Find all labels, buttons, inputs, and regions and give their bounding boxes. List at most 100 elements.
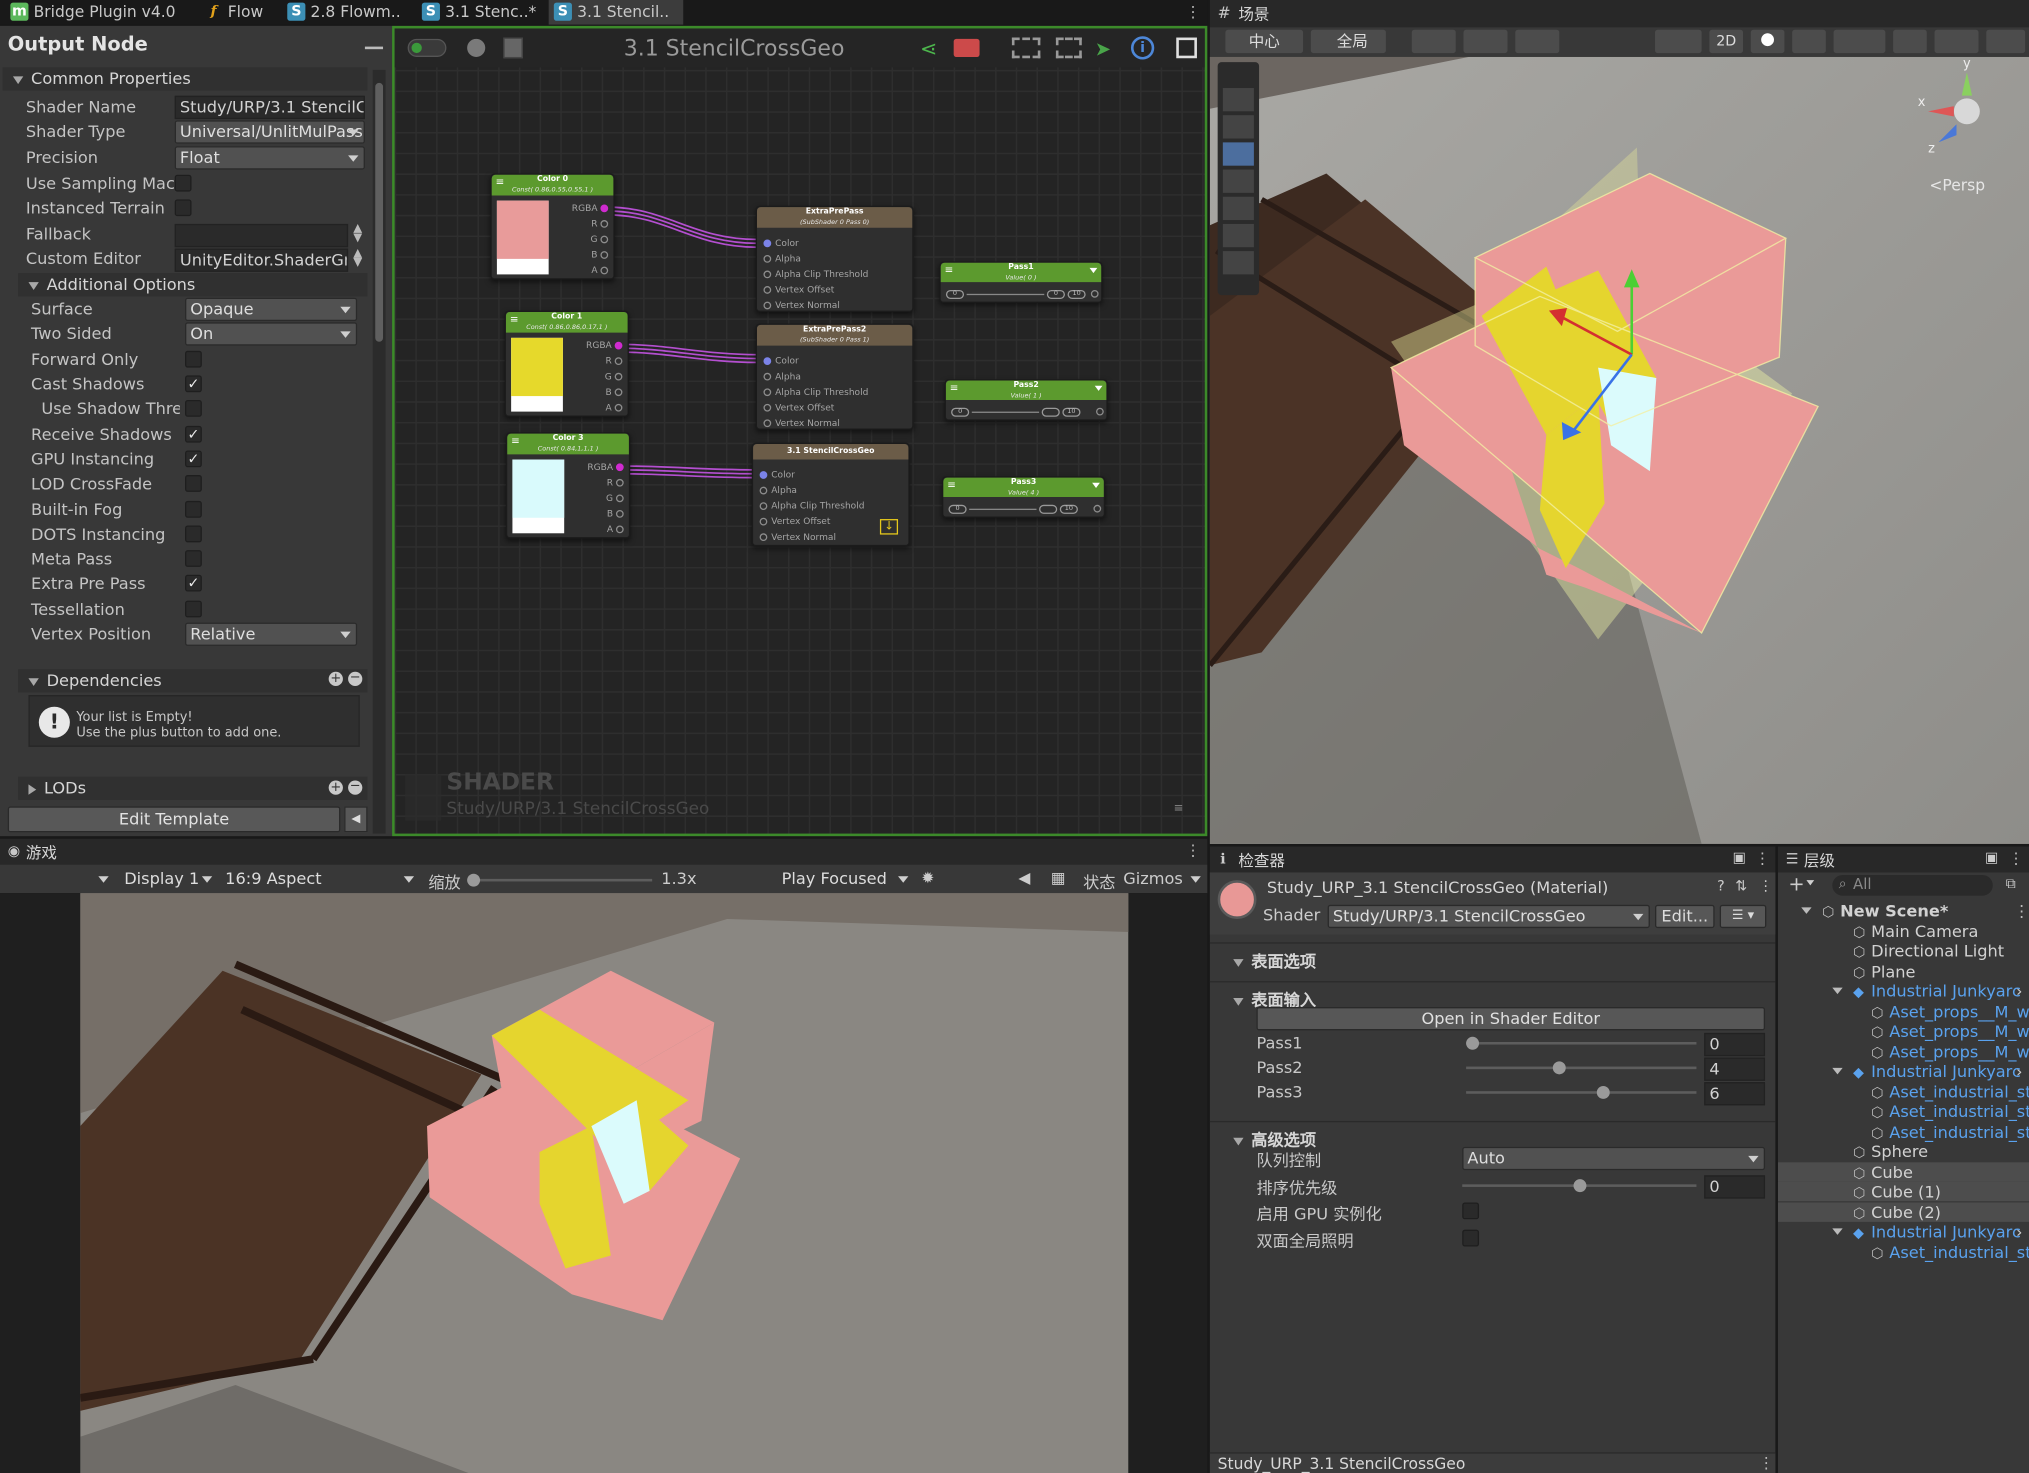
effects-icon[interactable] bbox=[1833, 29, 1886, 54]
add-icon[interactable]: + bbox=[1788, 872, 1804, 895]
port-dot[interactable] bbox=[763, 403, 772, 412]
foldout-icon[interactable] bbox=[1832, 1228, 1843, 1235]
gizmos-toggle[interactable]: Gizmos bbox=[1123, 869, 1183, 888]
chevron-right-icon[interactable]: › bbox=[2016, 1061, 2022, 1080]
hierarchy-item[interactable]: ⬡ Cube (1) bbox=[1777, 1181, 2029, 1202]
port-dot[interactable] bbox=[763, 357, 772, 366]
double-sided-gi-checkbox[interactable] bbox=[1462, 1229, 1480, 1247]
hierarchy-item[interactable]: ⬡ Aset_industrial_sto bbox=[1778, 1242, 2029, 1261]
menu-icon[interactable]: ≡ bbox=[510, 313, 519, 325]
foldout-icon[interactable] bbox=[28, 677, 39, 686]
pivot-center-dropdown[interactable]: 中心 bbox=[1225, 29, 1304, 54]
hierarchy-item[interactable]: ⬡ Main Camera bbox=[1778, 921, 2029, 940]
pass3-slider[interactable] bbox=[1466, 1085, 1697, 1099]
tab-stencil-unsaved[interactable]: S 3.1 Stenc..* bbox=[417, 0, 546, 25]
tab-hierarchy[interactable]: 层级 bbox=[1804, 849, 1835, 871]
port-dot[interactable] bbox=[1093, 504, 1102, 513]
pivot-global-dropdown[interactable]: 全局 bbox=[1310, 29, 1386, 54]
slider-knob[interactable] bbox=[1596, 1085, 1610, 1099]
aspect-dropdown[interactable]: 16:9 Aspect bbox=[220, 867, 419, 890]
port-dot[interactable] bbox=[763, 388, 772, 397]
chevron-right-icon[interactable]: › bbox=[2016, 981, 2022, 1000]
port-dot[interactable] bbox=[763, 239, 772, 248]
add-icon[interactable]: + bbox=[328, 780, 343, 795]
foldout-icon[interactable] bbox=[1832, 987, 1843, 995]
camera-settings-icon[interactable] bbox=[1934, 29, 1979, 54]
scale-slider[interactable] bbox=[467, 873, 653, 887]
port-dot[interactable] bbox=[615, 494, 624, 503]
scene-viewport[interactable]: y x z <Persp bbox=[1209, 56, 2029, 844]
foldout-icon[interactable] bbox=[1832, 1067, 1843, 1075]
cast-shadows-checkbox[interactable]: ✓ bbox=[185, 375, 202, 393]
advanced-options-header[interactable]: 高级选项 bbox=[1209, 1120, 1776, 1149]
forward-only-checkbox[interactable] bbox=[185, 350, 202, 368]
gizmo-z-icon[interactable] bbox=[1938, 124, 1957, 143]
preset-icon[interactable]: ⇅ bbox=[1735, 878, 1747, 895]
pass1-node[interactable]: Pass1 Value( 0 ) ≡ 0 0 10 bbox=[939, 261, 1103, 303]
port-dot[interactable] bbox=[763, 301, 772, 310]
chevron-down-icon[interactable] bbox=[1092, 482, 1100, 488]
orientation-gizmo[interactable]: y x z bbox=[1918, 57, 2006, 157]
color-node-0[interactable]: Color 0 Const( 0.86,0.55,0.55,1 ) ≡ RGBA … bbox=[490, 173, 615, 280]
lighting-icon[interactable]: ● bbox=[1750, 29, 1785, 54]
expand-icon[interactable]: ⧉ bbox=[2006, 875, 2016, 893]
play-focused-dropdown[interactable]: Play Focused bbox=[776, 867, 913, 890]
hierarchy-item[interactable]: ⬡ Aset_props__M_wd bbox=[1778, 1001, 2029, 1020]
hierarchy-item[interactable]: ◆ Industrial Junkyarc › bbox=[1778, 981, 2029, 1001]
foldout-icon[interactable] bbox=[28, 783, 37, 795]
min-field[interactable]: 0 bbox=[948, 504, 967, 514]
port-dot[interactable] bbox=[614, 388, 623, 397]
hierarchy-item[interactable]: ⬡ Aset_props__M_wd bbox=[1778, 1021, 2029, 1040]
port-dot[interactable] bbox=[600, 251, 609, 259]
color-swatch[interactable] bbox=[512, 459, 565, 534]
pass3-field[interactable]: 6 bbox=[1704, 1082, 1766, 1106]
builtin-fog-checkbox[interactable] bbox=[185, 500, 202, 518]
2d-toggle[interactable]: 2D bbox=[1709, 29, 1744, 54]
hand-icon[interactable] bbox=[1222, 115, 1254, 139]
remove-icon[interactable]: − bbox=[348, 671, 363, 687]
bug-icon[interactable]: ✹ bbox=[921, 869, 934, 887]
instanced-terrain-checkbox[interactable] bbox=[174, 199, 192, 217]
lock-icon[interactable]: ▣ bbox=[1733, 849, 1746, 866]
more-icon[interactable]: ⋮ bbox=[2013, 901, 2029, 920]
scale-icon[interactable] bbox=[1222, 196, 1254, 221]
grip-icon[interactable]: ≡ bbox=[1174, 803, 1184, 816]
slider-knob[interactable] bbox=[467, 873, 481, 887]
value-slider[interactable] bbox=[971, 411, 1040, 413]
gizmos-icon[interactable] bbox=[1986, 29, 2026, 54]
tab-scene[interactable]: 场景 bbox=[1238, 3, 1269, 25]
slider-knob[interactable] bbox=[1572, 1179, 1586, 1193]
spinner-icon[interactable]: ▲ ▼ bbox=[353, 223, 362, 244]
shader-type-dropdown[interactable]: Universal/UnlitMulPass bbox=[174, 120, 365, 144]
download-icon[interactable]: ↓ bbox=[879, 519, 899, 535]
foldout-icon[interactable] bbox=[28, 281, 39, 290]
two-sided-dropdown[interactable]: On bbox=[185, 322, 358, 346]
port-dot[interactable] bbox=[614, 341, 623, 350]
value-field[interactable]: 0 bbox=[1046, 289, 1065, 300]
port-dot[interactable] bbox=[600, 204, 609, 213]
gpu-instancing-checkbox[interactable] bbox=[1462, 1202, 1480, 1220]
display-dropdown[interactable]: Display 1 bbox=[116, 867, 217, 890]
foldout-icon[interactable] bbox=[12, 75, 24, 84]
menu-icon[interactable]: ≡ bbox=[947, 479, 956, 491]
chevron-right-icon[interactable]: › bbox=[2016, 1222, 2022, 1241]
max-field[interactable]: 10 bbox=[1067, 289, 1086, 300]
chevron-down-icon[interactable] bbox=[1190, 876, 1201, 883]
chevron-down-icon[interactable] bbox=[1094, 385, 1103, 391]
more-icon[interactable]: ⋮ bbox=[1755, 849, 1771, 867]
keyboard-icon[interactable]: ▦ bbox=[1051, 869, 1066, 887]
extra-pre-pass-node[interactable]: ExtraPrePass (SubShader 0 Pass 0) Color A… bbox=[755, 205, 914, 312]
surface-inputs-header[interactable]: 表面输入 bbox=[1209, 981, 1776, 1010]
game-mode-dropdown[interactable] bbox=[0, 867, 111, 890]
sort-priority-field[interactable]: 0 bbox=[1704, 1175, 1766, 1199]
pass3-node[interactable]: Pass3 Value( 4 ) ≡ 0 10 bbox=[942, 476, 1106, 518]
port-dot[interactable] bbox=[615, 525, 624, 534]
foldout-icon[interactable] bbox=[1233, 1137, 1244, 1145]
menu-icon[interactable]: ≡ bbox=[496, 176, 505, 188]
more-icon[interactable]: ⋮ bbox=[2008, 849, 2024, 867]
hierarchy-item[interactable]: ⬡ Directional Light bbox=[1778, 941, 2029, 960]
gizmo-center-icon[interactable] bbox=[1953, 98, 1980, 125]
port-dot[interactable] bbox=[759, 533, 768, 542]
render-queue-dropdown[interactable]: Auto bbox=[1462, 1146, 1766, 1171]
color-swatch[interactable] bbox=[496, 200, 549, 275]
